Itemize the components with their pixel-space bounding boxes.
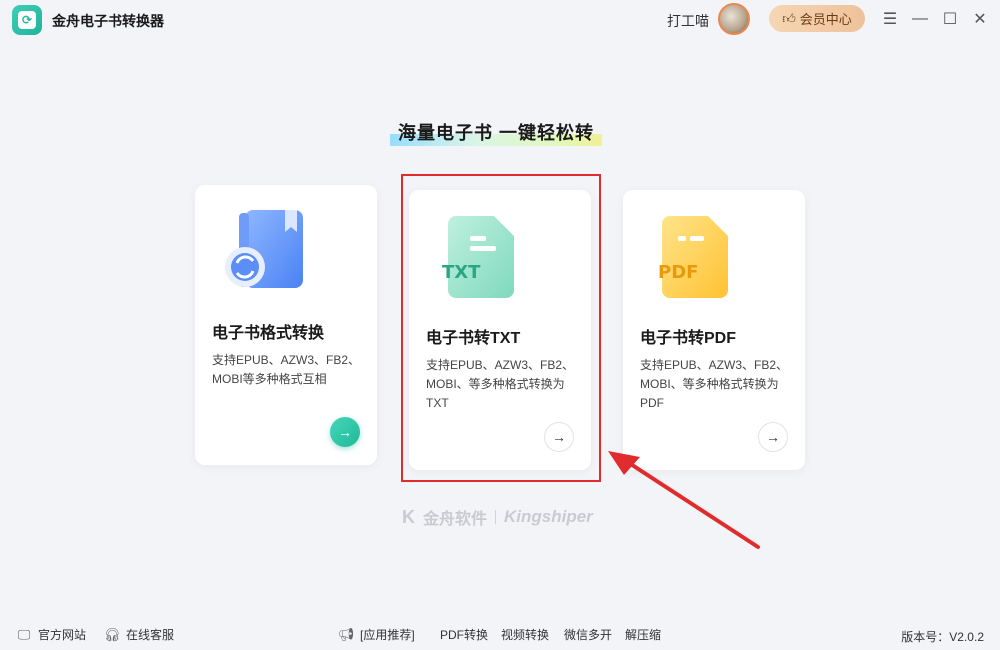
footer-link-wechat[interactable]: 微信多开 [564, 626, 612, 643]
card-title: 电子书格式转换 [212, 325, 325, 342]
card-title: 电子书转PDF [640, 330, 737, 347]
monitor-icon: 🖵 [17, 626, 31, 642]
pdf-icon-text: PDF [658, 262, 698, 283]
version-label: 版本号：V2.0.2 [901, 630, 984, 644]
footer-link-pdf[interactable]: PDF转换 [440, 626, 488, 643]
title-bar: ⟳ 金舟电子书转换器 打工喵 👍︎ 会员中心 ☰ — ☐ ✕ [0, 0, 1000, 38]
footer-link-video[interactable]: 视频转换 [501, 626, 549, 643]
card-format-convert[interactable]: 电子书格式转换 支持EPUB、AZW3、FB2、MOBI等多种格式互相 → [195, 185, 377, 465]
book-convert-icon [225, 210, 303, 288]
card-desc: 支持EPUB、AZW3、FB2、MOBI、等多种格式转换为PDF [640, 358, 789, 410]
brand-en: Kingshiper [504, 507, 593, 526]
app-title: 金舟电子书转换器 [52, 13, 164, 29]
vip-center-label: 会员中心 [799, 12, 852, 27]
app-logo-icon: ⟳ [12, 5, 42, 35]
vip-center-button[interactable]: 👍︎ 会员中心 [769, 5, 865, 32]
red-arrow-annotation [608, 451, 760, 549]
thumbs-up-icon: 👍︎ [782, 10, 796, 26]
brand-logo-icon: K [402, 506, 415, 527]
footer-link-label: 解压缩 [625, 628, 662, 642]
maximize-icon[interactable]: ☐ [939, 8, 961, 30]
brand-watermark: K 金舟软件 Kingshiper [402, 505, 593, 529]
headset-icon: 🎧︎ [103, 626, 121, 642]
official-site-link[interactable]: 🖵 官方网站 [16, 626, 86, 643]
footer: 🖵 官方网站 🎧︎ 在线客服 📢︎ [应用推荐] PDF转换 视频转换 微信多开… [0, 622, 1000, 646]
online-service-label: 在线客服 [126, 628, 175, 642]
footer-link-unzip[interactable]: 解压缩 [625, 626, 661, 643]
official-site-label: 官方网站 [38, 628, 87, 642]
megaphone-icon: 📢︎ [337, 626, 355, 642]
user-name[interactable]: 打工喵 [667, 11, 709, 31]
pdf-file-icon: PDF [658, 216, 728, 298]
arrow-right-icon[interactable]: → [330, 417, 360, 447]
close-icon[interactable]: ✕ [969, 8, 991, 30]
footer-link-label: 视频转换 [501, 628, 550, 642]
recommend-group: 📢︎ [应用推荐] [338, 626, 415, 643]
online-service-link[interactable]: 🎧︎ 在线客服 [104, 626, 174, 643]
divider [495, 510, 497, 524]
slogan: 海量电子书 一键轻松转 [390, 120, 602, 146]
card-ebook-to-pdf[interactable]: PDF 电子书转PDF 支持EPUB、AZW3、FB2、MOBI、等多种格式转换… [623, 190, 805, 470]
footer-link-label: 微信多开 [564, 628, 613, 642]
recommend-label: [应用推荐] [360, 628, 415, 642]
minimize-icon[interactable]: — [909, 8, 931, 30]
brand-cn: 金舟软件 [423, 511, 488, 528]
footer-link-label: PDF转换 [440, 628, 489, 642]
card-desc: 支持EPUB、AZW3、FB2、MOBI等多种格式互相 [212, 353, 361, 386]
highlight-box [401, 174, 601, 482]
avatar[interactable] [718, 3, 750, 35]
menu-icon[interactable]: ☰ [879, 8, 901, 30]
